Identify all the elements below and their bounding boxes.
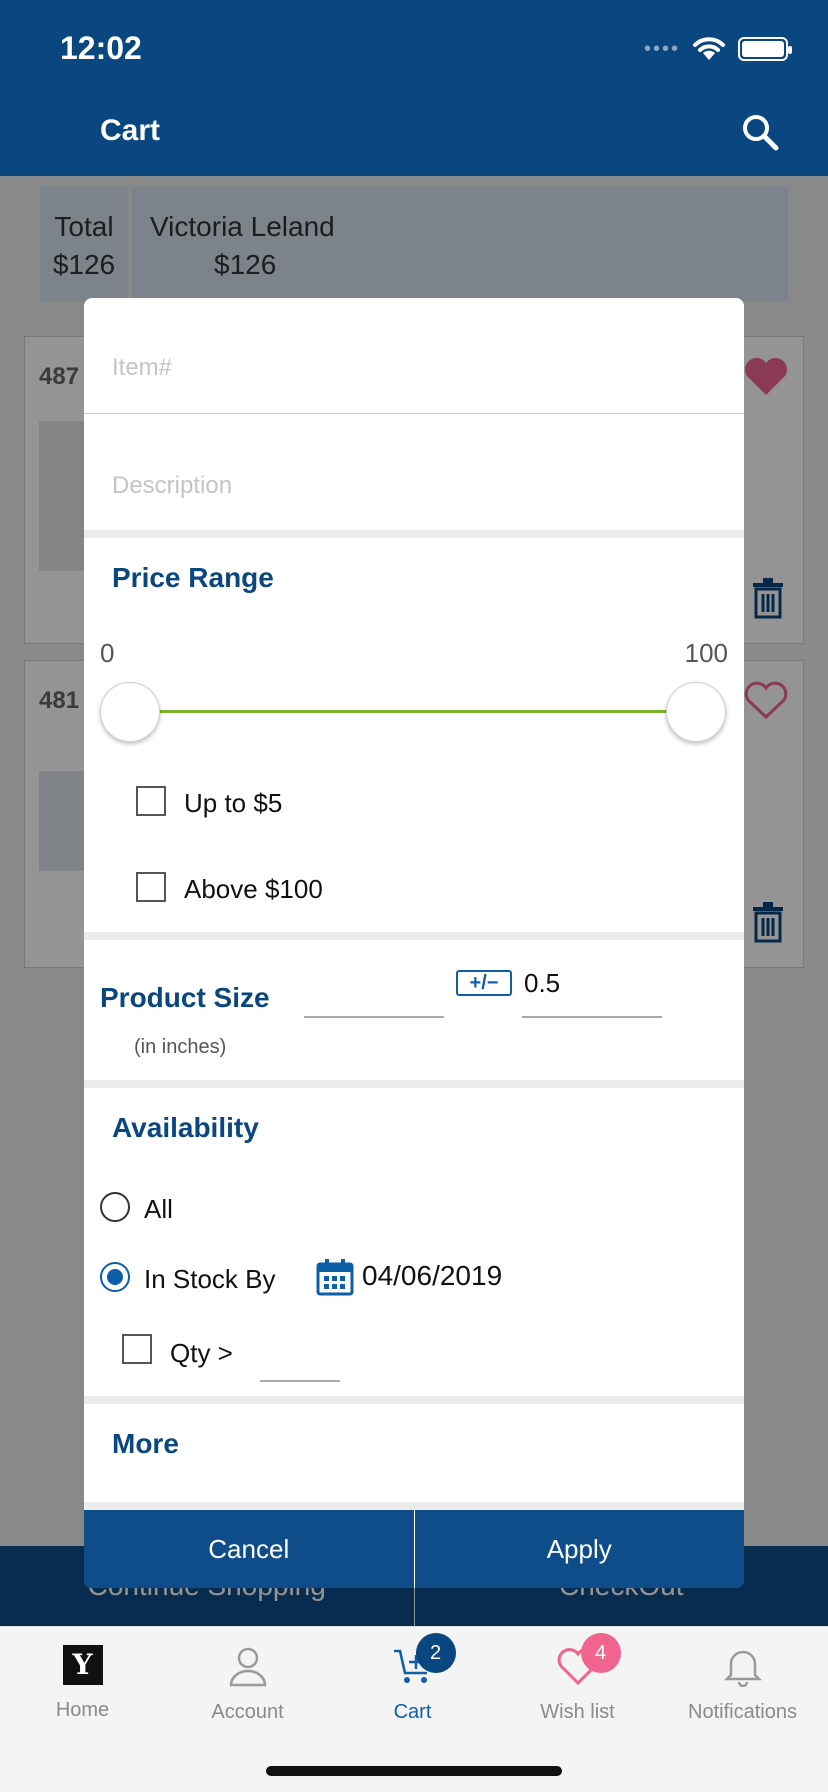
tab-account[interactable]: Account: [165, 1645, 330, 1724]
bell-icon: [723, 1650, 762, 1687]
plus-minus-icon[interactable]: +/−: [456, 970, 512, 996]
divider: [84, 530, 744, 538]
product-size-input[interactable]: [304, 1016, 444, 1018]
heart-icon-wrap: 4: [557, 1633, 621, 1687]
size-unit-note: (in inches): [134, 1036, 227, 1058]
price-min-label: 0: [100, 638, 115, 668]
tab-bar: Y Home Account 2 Cart 4 Wish list Notifi…: [0, 1626, 828, 1792]
qty-checkbox[interactable]: [122, 1334, 152, 1364]
calendar-icon[interactable]: [316, 1258, 354, 1296]
above-100-checkbox[interactable]: [136, 872, 166, 902]
divider: [84, 1080, 744, 1088]
divider: [84, 932, 744, 940]
up-to-5-label: Up to $5: [184, 788, 283, 818]
up-to-5-checkbox[interactable]: [136, 786, 166, 816]
tab-label: Cart: [393, 1701, 432, 1723]
divider: [84, 1396, 744, 1404]
home-logo-icon: Y: [62, 1645, 103, 1685]
tab-label: Home: [55, 1699, 110, 1721]
description-input[interactable]: [112, 472, 672, 500]
price-range-title: Price Range: [112, 562, 274, 593]
availability-all-radio[interactable]: [100, 1192, 130, 1222]
tab-label: Notifications: [688, 1701, 797, 1723]
tab-notifications[interactable]: Notifications: [660, 1645, 825, 1724]
wishlist-badge: 4: [580, 1633, 621, 1673]
product-size-title: Product Size: [100, 982, 270, 1013]
wifi-icon: [693, 37, 725, 60]
status-indicators: ••••: [643, 36, 792, 62]
battery-icon: [738, 37, 792, 61]
description-field[interactable]: [84, 414, 744, 530]
item-number-input[interactable]: [112, 354, 672, 382]
tab-label: Account: [211, 1701, 284, 1723]
qty-input[interactable]: [260, 1380, 340, 1382]
dialog-actions: Cancel Apply: [84, 1510, 744, 1588]
tab-label: Wish list: [540, 1701, 615, 1723]
cart-badge: 2: [415, 1633, 456, 1673]
divider: [84, 1502, 744, 1510]
price-slider-min-handle[interactable]: [100, 682, 160, 742]
in-stock-date[interactable]: 04/06/2019: [362, 1260, 502, 1292]
search-icon[interactable]: [740, 112, 780, 152]
status-time: 12:02: [60, 30, 142, 66]
availability-all-label: All: [144, 1194, 173, 1224]
size-tolerance-input[interactable]: [522, 1016, 662, 1018]
above-100-label: Above $100: [184, 874, 323, 904]
user-icon: [229, 1647, 266, 1687]
item-number-field[interactable]: [84, 298, 744, 414]
price-slider-track[interactable]: [124, 710, 684, 713]
size-tolerance-value[interactable]: 0.5: [524, 968, 560, 999]
tab-cart[interactable]: 2 Cart: [330, 1633, 495, 1724]
in-stock-by-radio[interactable]: [100, 1262, 130, 1292]
price-slider-max-handle[interactable]: [666, 682, 726, 742]
page-title: Cart: [100, 114, 161, 147]
more-section-title[interactable]: More: [112, 1428, 179, 1460]
tab-home[interactable]: Y Home: [0, 1645, 165, 1722]
qty-label: Qty >: [170, 1338, 233, 1368]
tab-wishlist[interactable]: 4 Wish list: [495, 1633, 660, 1724]
in-stock-by-label: In Stock By: [144, 1264, 276, 1294]
signal-icon: ••••: [643, 37, 680, 60]
filter-dialog: Price Range 0 100 Up to $5 Above $100 Pr…: [84, 298, 744, 1588]
app-header: 12:02 •••• Cart: [0, 0, 828, 176]
apply-button[interactable]: Apply: [413, 1510, 744, 1588]
home-indicator[interactable]: [266, 1766, 562, 1776]
availability-title: Availability: [112, 1112, 259, 1143]
cancel-button[interactable]: Cancel: [84, 1510, 414, 1588]
cart-icon-wrap: 2: [392, 1633, 456, 1687]
price-max-label: 100: [684, 638, 728, 668]
